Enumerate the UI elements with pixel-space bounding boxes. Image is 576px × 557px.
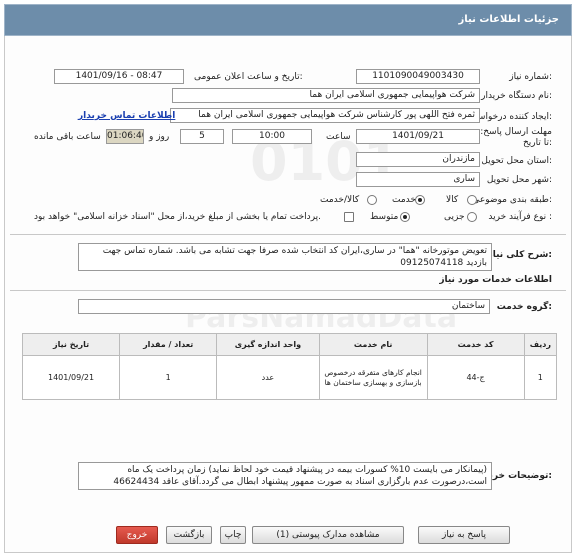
category-goods-service-radio[interactable] — [367, 195, 377, 205]
announce-label: تاریخ و ساعت اعلان عمومی: — [194, 72, 303, 82]
purchase-type-label: نوع فرآیند خرید : — [488, 212, 552, 222]
category-label: طبقه بندی موضوعی: — [472, 195, 552, 205]
category-service-label: خدمت — [392, 195, 416, 205]
buyer-notes-text: (پیمانکار می بایست 10% کسورات بیمه در پی… — [78, 462, 492, 490]
creator-label: ایجاد کننده درخواست: — [469, 112, 552, 122]
province-field: مازندران — [356, 152, 480, 167]
services-section-title: اطلاعات خدمات مورد نیاز — [439, 275, 552, 285]
exit-button[interactable]: خروج — [116, 526, 158, 544]
cell-unit: عدد — [216, 355, 320, 400]
category-service-radio[interactable] — [415, 195, 425, 205]
creator-field: ثمره فتح اللهی پور کارشناس شرکت هواپیمای… — [170, 108, 480, 123]
divider — [10, 234, 566, 235]
buyer-contact-link[interactable]: اطلاعات تماس خریدار — [78, 111, 175, 121]
services-divider — [10, 290, 566, 291]
view-attachments-button[interactable]: مشاهده مدارک پیوستی (1) — [252, 526, 404, 544]
cell-quantity: 1 — [119, 355, 218, 400]
col-unit: واحد اندازه گیری — [216, 333, 320, 356]
deadline-date-field: 1401/09/21 — [356, 129, 480, 144]
print-button[interactable]: چاپ — [220, 526, 246, 544]
cell-service-code: ج-44 — [426, 355, 525, 400]
services-table: ردیف کد خدمت نام خدمت واحد اندازه گیری ت… — [21, 333, 558, 400]
category-goods-label: کالا — [446, 195, 459, 205]
page-title: جزئیات اطلاعات نیاز — [458, 14, 559, 25]
cell-row-number: 1 — [523, 355, 558, 400]
header-bar: جزئیات اطلاعات نیاز — [4, 4, 572, 36]
reply-button[interactable]: پاسخ به نیاز — [418, 526, 510, 544]
province-label: استان محل تحویل: — [481, 156, 552, 166]
deadline-time-label: ساعت — [326, 132, 351, 142]
buyer-org-field: شرکت هواپیمایی جمهوری اسلامی ایران هما — [172, 88, 480, 103]
category-goods-radio[interactable] — [467, 195, 477, 205]
purchase-minor-radio[interactable] — [467, 212, 477, 222]
col-row-number: ردیف — [523, 333, 558, 356]
col-need-date: تاریخ نیاز — [21, 333, 121, 356]
city-label: شهر محل تحویل: — [486, 175, 552, 185]
city-field: ساری — [356, 172, 480, 187]
need-number-label: شماره نیاز: — [509, 72, 552, 82]
description-label: شرح کلی نیاز: — [487, 250, 552, 260]
table-header-row: ردیف کد خدمت نام خدمت واحد اندازه گیری ت… — [21, 333, 558, 356]
remaining-time-field: 01:06:40 — [106, 129, 144, 144]
buyer-org-label: نام دستگاه خریدار: — [481, 91, 552, 101]
deadline-time-field: 10:00 — [232, 129, 312, 144]
service-group-field: ساختمان — [78, 299, 490, 314]
cell-service-name: انجام کارهای متفرقه درخصوص بازسازی و بهس… — [318, 355, 428, 400]
category-goods-service-label: کالا/خدمت — [320, 195, 360, 205]
col-quantity: تعداد / مقدار — [119, 333, 218, 356]
payment-note: پرداخت تمام یا بخشی از مبلغ خرید،از محل … — [34, 212, 322, 222]
service-group-label: گروه خدمت: — [496, 302, 552, 312]
treasury-payment-checkbox[interactable] — [344, 212, 354, 222]
purchase-medium-radio[interactable] — [400, 212, 410, 222]
announce-field: 1401/09/16 - 08:47 — [54, 69, 184, 84]
deadline-label: مهلت ارسال پاسخ: تا تاریخ: — [480, 127, 552, 148]
table-row: 1 ج-44 انجام کارهای متفرقه درخصوص بازساز… — [21, 355, 558, 400]
purchase-minor-label: جزیی — [444, 212, 465, 222]
col-service-code: کد خدمت — [426, 333, 525, 356]
back-button[interactable]: بازگشت — [166, 526, 212, 544]
description-text: تعویض موتورخانه "هما" در ساری،ایران کد ا… — [78, 243, 492, 271]
cell-need-date: 1401/09/21 — [21, 355, 121, 400]
col-service-name: نام خدمت — [318, 333, 428, 356]
days-label: روز و — [149, 132, 170, 142]
days-field: 5 — [180, 129, 224, 144]
need-number-field: 1101090049003430 — [356, 69, 480, 84]
purchase-medium-label: متوسط — [370, 212, 399, 222]
remaining-label: ساعت باقی مانده — [34, 132, 101, 142]
